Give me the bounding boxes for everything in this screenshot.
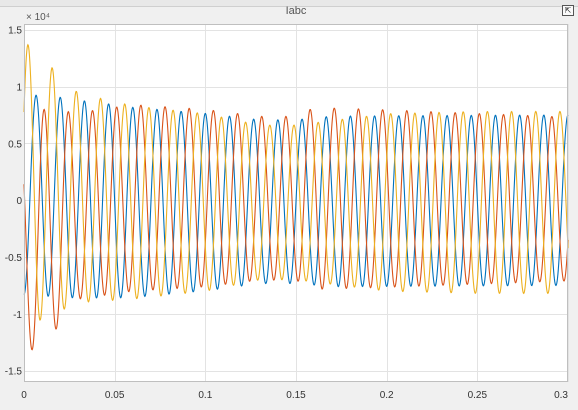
chart: 0 0.05 0.1 0.15 0.2 0.25 0.3 -1.5 -1 -0.5 0 0.5 1 1.5… xyxy=(5,5,569,401)
y-tick-label: 0 xyxy=(16,196,22,207)
x-tick-label: 0.25 xyxy=(468,390,488,401)
chart-title: Iabc xyxy=(286,5,307,17)
scope-window: 0 0.05 0.1 0.15 0.2 0.25 0.3 -1.5 -1 -0.5 0 0.5 1 1.5… xyxy=(0,0,578,410)
y-tick-label: -1.5 xyxy=(5,367,23,378)
y-tick-label: -1 xyxy=(13,310,22,321)
y-tick-label: 0.5 xyxy=(8,139,22,150)
x-tick-label: 0.05 xyxy=(105,390,125,401)
y-tick-label: -0.5 xyxy=(5,253,23,264)
x-tick-label: 0.1 xyxy=(198,390,212,401)
x-tick-label: 0.2 xyxy=(380,390,394,401)
x-tick-label: 0.3 xyxy=(554,390,568,401)
y-tick-label: 1 xyxy=(16,83,22,94)
undock-icon[interactable]: ⇱ xyxy=(562,5,574,16)
y-tick-label: 1.5 xyxy=(8,26,22,37)
y-axis-exponent-label: × 10⁴ xyxy=(26,12,50,23)
x-tick-label: 0.15 xyxy=(286,390,306,401)
x-tick-label: 0 xyxy=(21,390,27,401)
